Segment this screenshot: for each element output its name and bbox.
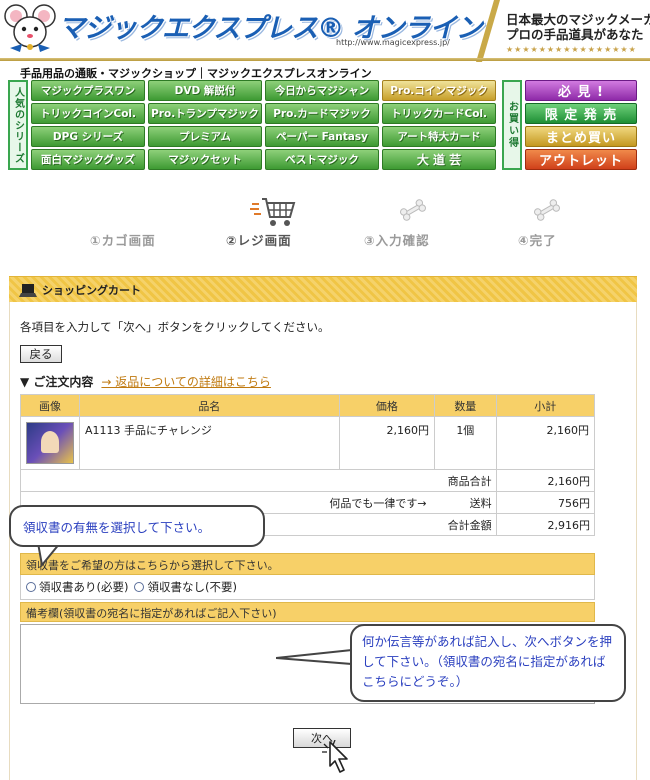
- nav-pro-trump-magic[interactable]: Pro.トランプマジック: [148, 103, 262, 124]
- cart-icon: [250, 198, 296, 226]
- logo-url: http://www.magicexpress.jp/: [336, 38, 450, 47]
- receipt-hint-callout: 領収書の有無を選択して下さい。: [9, 505, 265, 547]
- promo-bulk-buy[interactable]: まとめ買い: [525, 126, 637, 147]
- popular-series-label: 人気のシリーズ: [8, 80, 28, 170]
- memo-heading: 備考欄(領収書の宛名に指定があればご記入下さい): [20, 602, 595, 622]
- nav-trick-card-col[interactable]: トリックカードCol.: [382, 103, 496, 124]
- receipt-heading: 領収書をご希望の方はこちらから選択して下さい。: [20, 553, 595, 575]
- nav-pro-card-magic[interactable]: Pro.カードマジック: [265, 103, 379, 124]
- memo-hint-callout: 何か伝言等があれば記入し、次へボタンを押して下さい。（領収書の宛名に指定があれば…: [350, 624, 626, 702]
- mouse-mascot-icon: [4, 4, 56, 52]
- goods-total-label: 商品合計: [20, 469, 497, 492]
- nav-magic-set[interactable]: マジックセット: [148, 149, 262, 170]
- product-thumbnail[interactable]: [26, 422, 74, 464]
- goods-total-value: 2,160円: [495, 469, 596, 492]
- receipt-yes-radio[interactable]: [26, 582, 36, 592]
- shipping-note: 何品でも一律です→: [329, 496, 427, 510]
- bargain-label: お買い得: [502, 80, 522, 170]
- product-name: A1113 手品にチャレンジ: [79, 416, 340, 470]
- laptop-icon: [19, 283, 37, 297]
- col-subtotal: 小計: [495, 394, 596, 417]
- nav-best-magic[interactable]: ベストマジック: [265, 149, 379, 170]
- table-row: A1113 手品にチャレンジ 2,160円 1個 2,160円: [20, 416, 596, 470]
- step-complete: ④完了: [518, 233, 557, 248]
- tagline-line-2: プロの手品道具があなた: [506, 27, 644, 42]
- receipt-no-label[interactable]: 領収書なし(不要): [147, 579, 236, 595]
- step-register: ②レジ画面: [226, 233, 292, 248]
- tagline-stars: ★★★★★★★★★★★★★★★★: [506, 45, 637, 53]
- nav-magic-plus-one[interactable]: マジックプラスワン: [31, 80, 145, 101]
- receipt-no-radio[interactable]: [134, 582, 145, 592]
- panel-title: ショッピングカート: [42, 284, 141, 297]
- tagline: 日本最大のマジックメーカ プロの手品道具があなた: [506, 12, 650, 42]
- grand-total-value: 2,916円: [495, 513, 596, 536]
- pointer-cursor-icon: [322, 740, 348, 773]
- table-header-row: 画像 品名 価格 数量 小計: [20, 394, 596, 417]
- receipt-yes-label[interactable]: 領収書あり(必要): [39, 579, 128, 595]
- return-policy-link[interactable]: → 返品についての詳細はこちら: [101, 373, 271, 390]
- step-confirm: ③入力確認: [364, 233, 430, 248]
- series-nav: マジックプラスワン DVD 解説付 今日からマジシャン Pro.コインマジック …: [31, 80, 497, 170]
- nav-trick-coin-col[interactable]: トリックコインCol.: [31, 103, 145, 124]
- product-price: 2,160円: [338, 416, 436, 470]
- step-cart: ①カゴ画面: [90, 233, 156, 248]
- nav-pro-coin-magic[interactable]: Pro.コインマジック: [382, 80, 496, 101]
- shipping-label: 送料: [469, 496, 492, 510]
- header-underline: [0, 58, 650, 61]
- shipping-value: 756円: [495, 491, 596, 514]
- receipt-options: 領収書あり(必要) 領収書なし(不要): [20, 575, 595, 600]
- header-divider: [476, 0, 500, 62]
- nav-dpg-series[interactable]: DPG シリーズ: [31, 126, 145, 147]
- order-heading: ▼ ご注文内容: [20, 375, 94, 389]
- promo-must-see[interactable]: 必 見 !: [525, 80, 637, 101]
- tagline-line-1: 日本最大のマジックメーカ: [506, 12, 650, 27]
- col-price: 価格: [338, 394, 436, 417]
- col-name: 品名: [79, 394, 340, 417]
- panel-header: ショッピングカート: [9, 276, 637, 302]
- callout-tail: [276, 648, 355, 666]
- nav-street-performance[interactable]: 大 道 芸: [382, 149, 496, 170]
- site-description: 手品用品の通販・マジックショップ｜マジックエクスプレスオンライン: [20, 67, 372, 80]
- site-header: マジックエクスプレス® オンライン http://www.magicexpres…: [0, 0, 650, 62]
- nav-art-large-card[interactable]: アート特大カード: [382, 126, 496, 147]
- back-button[interactable]: 戻る: [20, 345, 62, 363]
- promo-limited[interactable]: 限 定 発 売: [525, 103, 637, 124]
- nav-premium[interactable]: プレミアム: [148, 126, 262, 147]
- instruction-text: 各項目を入力して「次へ」ボタンをクリックしてください。: [20, 320, 330, 334]
- nav-paper-fantasy[interactable]: ペーパー Fantasy: [265, 126, 379, 147]
- col-image: 画像: [20, 394, 80, 417]
- bone-icon: [400, 199, 426, 221]
- product-subtotal: 2,160円: [495, 416, 596, 470]
- goods-total-row: 商品合計 2,160円: [20, 469, 596, 492]
- promo-outlet[interactable]: アウトレット: [525, 149, 637, 170]
- promo-nav: 必 見 ! 限 定 発 売 まとめ買い アウトレット: [525, 80, 637, 170]
- nav-dvd-commentary[interactable]: DVD 解説付: [148, 80, 262, 101]
- col-qty: 数量: [434, 394, 497, 417]
- bone-icon: [534, 199, 560, 221]
- nav-fun-magic-goods[interactable]: 面白マジックグッズ: [31, 149, 145, 170]
- checkout-steps: ①カゴ画面 ②レジ画面 ③入力確認 ④完了: [60, 195, 600, 255]
- nav-magician-today[interactable]: 今日からマジシャン: [265, 80, 379, 101]
- product-qty: 1個: [434, 416, 497, 470]
